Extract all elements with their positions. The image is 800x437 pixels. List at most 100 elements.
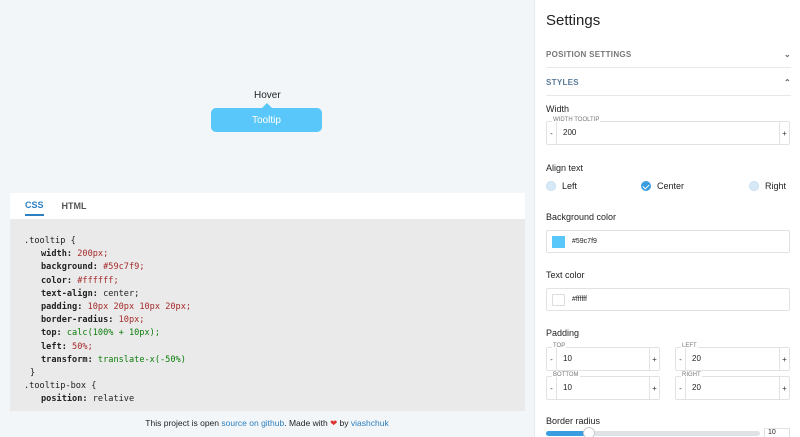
padding-left-plus-button[interactable]: +: [779, 348, 789, 370]
code-line: width: 200px;: [24, 248, 511, 261]
code-tabs: CSS HTML: [10, 193, 525, 219]
settings-panel: Settings POSITION SETTINGS ⌄ STYLES ⌃ Wi…: [534, 0, 800, 437]
padding-right-plus-button[interactable]: +: [779, 377, 789, 399]
padding-left-value[interactable]: 20: [692, 354, 701, 363]
css-property: width:: [41, 249, 73, 260]
css-value: relative: [87, 394, 135, 405]
padding-top-value[interactable]: 10: [563, 354, 572, 363]
code-line: top: calc(100% + 10px);: [24, 327, 511, 340]
align-right-radio[interactable]: Right: [749, 181, 786, 191]
css-value: #59c7f9;: [97, 262, 145, 273]
code-panel: CSS HTML .tooltip { width: 200px; backgr…: [10, 193, 525, 411]
code-line: color: #ffffff;: [24, 275, 511, 288]
padding-right-minus-button[interactable]: -: [676, 377, 686, 399]
width-label: Width: [546, 104, 570, 114]
css-code-block: .tooltip { width: 200px; background: #59…: [10, 219, 525, 411]
css-property: transform:: [41, 354, 93, 365]
bg-color-label: Background color: [546, 212, 617, 222]
padding-label: Padding: [546, 328, 580, 338]
css-value: translate-x(-50%): [92, 354, 186, 365]
tooltip-preview: Tooltip: [211, 108, 322, 132]
css-value: 200px;: [72, 249, 109, 260]
slider-thumb[interactable]: [582, 427, 595, 437]
css-value: #ffffff;: [72, 275, 119, 286]
css-property: left:: [41, 341, 67, 352]
align-left-radio[interactable]: Left: [546, 181, 577, 191]
settings-title: Settings: [546, 12, 601, 29]
css-value: 10px 20px 10px 20px;: [82, 302, 192, 313]
css-property: border-radius:: [41, 315, 114, 326]
border-radius-label: Border radius: [546, 416, 601, 426]
bg-color-swatch[interactable]: [552, 235, 565, 248]
css-value: 50%;: [66, 341, 93, 352]
code-line: left: 50%;: [24, 341, 511, 354]
text-color-label: Text color: [546, 270, 585, 280]
code-line: }: [30, 368, 36, 379]
padding-bottom-minus-button[interactable]: -: [547, 377, 557, 399]
position-settings-toggle[interactable]: POSITION SETTINGS ⌄: [546, 42, 791, 68]
align-center-label: Center: [657, 181, 685, 191]
width-caption: WIDTH TOOLTIP: [552, 117, 601, 123]
padding-bottom-value[interactable]: 10: [563, 383, 572, 392]
radio-icon: [749, 181, 759, 191]
css-value: 10px;: [113, 315, 145, 326]
border-radius-value[interactable]: 10: [764, 428, 790, 437]
align-left-label: Left: [562, 181, 578, 191]
css-value: calc(100% + 10px);: [61, 328, 161, 339]
code-line: .tooltip-box {: [24, 381, 97, 392]
code-line: padding: 10px 20px 10px 20px;: [24, 301, 511, 314]
padding-bottom-plus-button[interactable]: +: [649, 377, 659, 399]
text-color-swatch[interactable]: [552, 293, 565, 306]
footer-prefix: This project is open: [145, 418, 222, 428]
code-line: .tooltip {: [24, 236, 76, 246]
author-link[interactable]: viashchuk: [351, 418, 389, 428]
css-property: padding:: [41, 302, 83, 313]
css-property: text-align:: [41, 288, 98, 299]
chevron-up-icon: ⌃: [783, 78, 791, 87]
github-link[interactable]: source on github: [221, 418, 284, 428]
width-plus-button[interactable]: +: [779, 122, 789, 144]
radio-icon: [546, 181, 556, 191]
tab-css[interactable]: CSS: [25, 196, 44, 216]
hover-label[interactable]: Hover: [254, 90, 281, 101]
footer: This project is open source on github. M…: [0, 418, 534, 429]
width-stepper[interactable]: WIDTH TOOLTIP - 200 +: [546, 117, 790, 145]
padding-top-plus-button[interactable]: +: [649, 348, 659, 370]
position-settings-label: POSITION SETTINGS: [546, 50, 632, 59]
border-radius-slider[interactable]: [546, 427, 760, 437]
code-line: text-align: center;: [24, 288, 511, 301]
footer-by: by: [337, 418, 351, 428]
align-label: Align text: [546, 163, 584, 173]
css-property: background:: [41, 262, 98, 273]
width-minus-button[interactable]: -: [547, 122, 557, 144]
align-center-radio[interactable]: Center: [641, 181, 684, 191]
preview-area: Hover Tooltip CSS HTML .tooltip { width:…: [0, 0, 534, 437]
width-value[interactable]: 200: [563, 128, 576, 137]
css-property: top:: [41, 328, 62, 339]
padding-right-value[interactable]: 20: [692, 383, 701, 392]
bg-color-field[interactable]: #59c7f9: [546, 230, 790, 253]
code-line: position: relative: [24, 393, 511, 406]
css-value: center;: [97, 288, 140, 299]
css-property: position:: [41, 394, 88, 405]
align-right-label: Right: [765, 181, 787, 191]
code-line: background: #59c7f9;: [24, 261, 511, 274]
padding-bottom-stepper[interactable]: BOTTOM - 10 +: [546, 372, 660, 400]
code-line: transform: translate-x(-50%): [24, 354, 511, 367]
styles-label: STYLES: [546, 78, 579, 87]
padding-left-stepper[interactable]: LEFT - 20 +: [675, 343, 790, 371]
padding-top-stepper[interactable]: TOP - 10 +: [546, 343, 660, 371]
styles-toggle[interactable]: STYLES ⌃: [546, 70, 791, 96]
chevron-down-icon: ⌄: [783, 50, 791, 59]
padding-right-stepper[interactable]: RIGHT - 20 +: [675, 372, 790, 400]
text-color-field[interactable]: #ffffff: [546, 288, 790, 311]
text-color-value[interactable]: #ffffff: [572, 296, 587, 303]
radio-checked-icon: [641, 181, 651, 191]
footer-middle: . Made with: [284, 418, 331, 428]
padding-top-minus-button[interactable]: -: [547, 348, 557, 370]
css-property: color:: [41, 275, 73, 286]
bg-color-value[interactable]: #59c7f9: [572, 238, 597, 245]
code-line: border-radius: 10px;: [24, 314, 511, 327]
tab-html[interactable]: HTML: [62, 197, 87, 215]
padding-left-minus-button[interactable]: -: [676, 348, 686, 370]
